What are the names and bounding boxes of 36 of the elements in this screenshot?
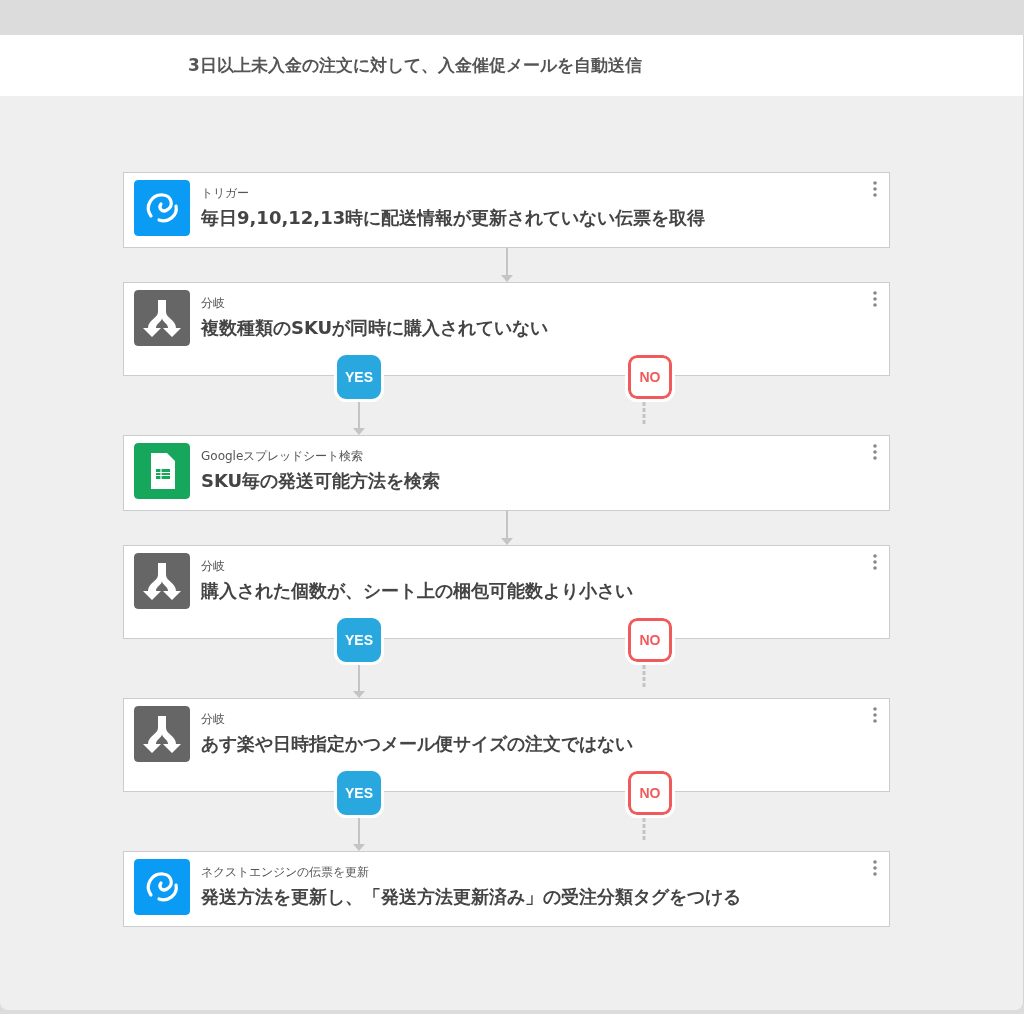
more-options-icon[interactable] xyxy=(873,554,877,570)
step-card[interactable]: ネクストエンジンの伝票を更新 発送方法を更新し、「発送方法更新済み」の受注分類タグをつける xyxy=(123,851,890,927)
step-type-label: Googleスプレッドシート検索 xyxy=(201,448,365,465)
step-card[interactable]: Googleスプレッドシート検索 SKU毎の発送可能方法を検索 xyxy=(123,435,890,511)
more-options-icon[interactable] xyxy=(873,181,877,197)
step-title: 毎日9,10,12,13時に配送情報が更新されていない伝票を取得 xyxy=(201,206,706,230)
step-title: 発送方法を更新し、「発送方法更新済み」の受注分類タグをつける xyxy=(201,885,741,909)
dashed-connector xyxy=(642,402,646,426)
step-title: あす楽や日時指定かつメール便サイズの注文ではない xyxy=(201,732,633,756)
connector-arrow xyxy=(352,818,366,851)
connector-arrow xyxy=(352,402,366,435)
connector-arrow xyxy=(352,665,366,698)
spreadsheet-icon xyxy=(134,443,190,499)
more-options-icon[interactable] xyxy=(873,444,877,460)
connector-arrow xyxy=(499,248,514,282)
step-type-label: ネクストエンジンの伝票を更新 xyxy=(201,864,370,881)
logo-icon xyxy=(134,859,190,915)
dashed-connector xyxy=(642,818,646,842)
branch-icon xyxy=(134,553,190,609)
connector-arrow xyxy=(499,511,514,545)
step-type-label: トリガー xyxy=(201,185,250,202)
step-type-label: 分岐 xyxy=(201,558,226,575)
more-options-icon[interactable] xyxy=(873,860,877,876)
step-title: SKU毎の発送可能方法を検索 xyxy=(201,469,441,493)
dashed-connector xyxy=(642,665,646,689)
branch-icon xyxy=(134,290,190,346)
step-title: 購入された個数が、シート上の梱包可能数より小さい xyxy=(201,579,633,603)
more-options-icon[interactable] xyxy=(873,707,877,723)
step-title: 複数種類のSKUが同時に購入されていない xyxy=(201,316,549,340)
logo-icon xyxy=(134,180,190,236)
branch-icon xyxy=(134,706,190,762)
page-title: 3日以上未入金の注文に対して、入金催促メールを自動送信 xyxy=(188,53,642,77)
step-type-label: 分岐 xyxy=(201,295,226,312)
step-type-label: 分岐 xyxy=(201,711,226,728)
more-options-icon[interactable] xyxy=(873,291,877,307)
step-card[interactable]: トリガー 毎日9,10,12,13時に配送情報が更新されていない伝票を取得 xyxy=(123,172,890,248)
